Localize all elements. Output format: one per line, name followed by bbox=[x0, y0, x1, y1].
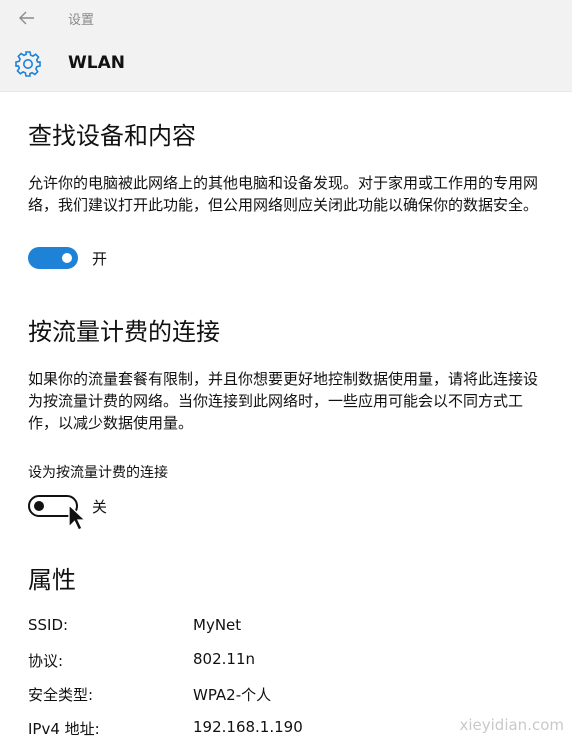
property-value-protocol: 802.11n bbox=[193, 650, 255, 668]
metered-setting-label: 设为按流量计费的连接 bbox=[28, 465, 168, 481]
page-title: WLAN bbox=[68, 53, 125, 73]
metered-connection-heading: 按流量计费的连接 bbox=[28, 318, 220, 346]
property-value-ipv4: 192.168.1.190 bbox=[193, 718, 303, 736]
find-devices-toggle[interactable] bbox=[28, 247, 78, 269]
metered-connection-description: 如果你的流量套餐有限制，并且你想要更好地控制数据使用量，请将此连接设为按流量计费… bbox=[28, 370, 539, 432]
find-devices-toggle-state: 开 bbox=[92, 250, 108, 268]
property-value-security-type: WPA2-个人 bbox=[193, 686, 272, 704]
property-key-protocol: 协议: bbox=[28, 652, 64, 670]
back-button[interactable] bbox=[12, 6, 42, 30]
metered-connection-toggle[interactable] bbox=[28, 495, 78, 517]
property-key-ssid: SSID: bbox=[28, 616, 69, 634]
find-devices-description: 允许你的电脑被此网络上的其他电脑和设备发现。对于家用或工作用的专用网络，我们建议… bbox=[28, 174, 539, 214]
find-devices-heading: 查找设备和内容 bbox=[28, 122, 196, 150]
properties-heading: 属性 bbox=[28, 566, 76, 594]
watermark: xieyidian.com bbox=[459, 716, 564, 734]
app-title: 设置 bbox=[68, 13, 95, 28]
toggle-knob bbox=[62, 253, 72, 263]
back-arrow-icon bbox=[19, 11, 34, 25]
metered-toggle-state: 关 bbox=[92, 498, 108, 516]
title-bar: 设置 bbox=[0, 0, 572, 36]
settings-content[interactable]: 查找设备和内容 允许你的电脑被此网络上的其他电脑和设备发现。对于家用或工作用的专… bbox=[0, 92, 572, 736]
property-key-ipv4: IPv4 地址: bbox=[28, 720, 100, 736]
toggle-knob bbox=[34, 501, 44, 511]
property-key-security-type: 安全类型: bbox=[28, 686, 94, 704]
page-header: WLAN bbox=[0, 36, 572, 92]
gear-icon bbox=[15, 51, 41, 77]
property-value-ssid: MyNet bbox=[193, 616, 242, 634]
